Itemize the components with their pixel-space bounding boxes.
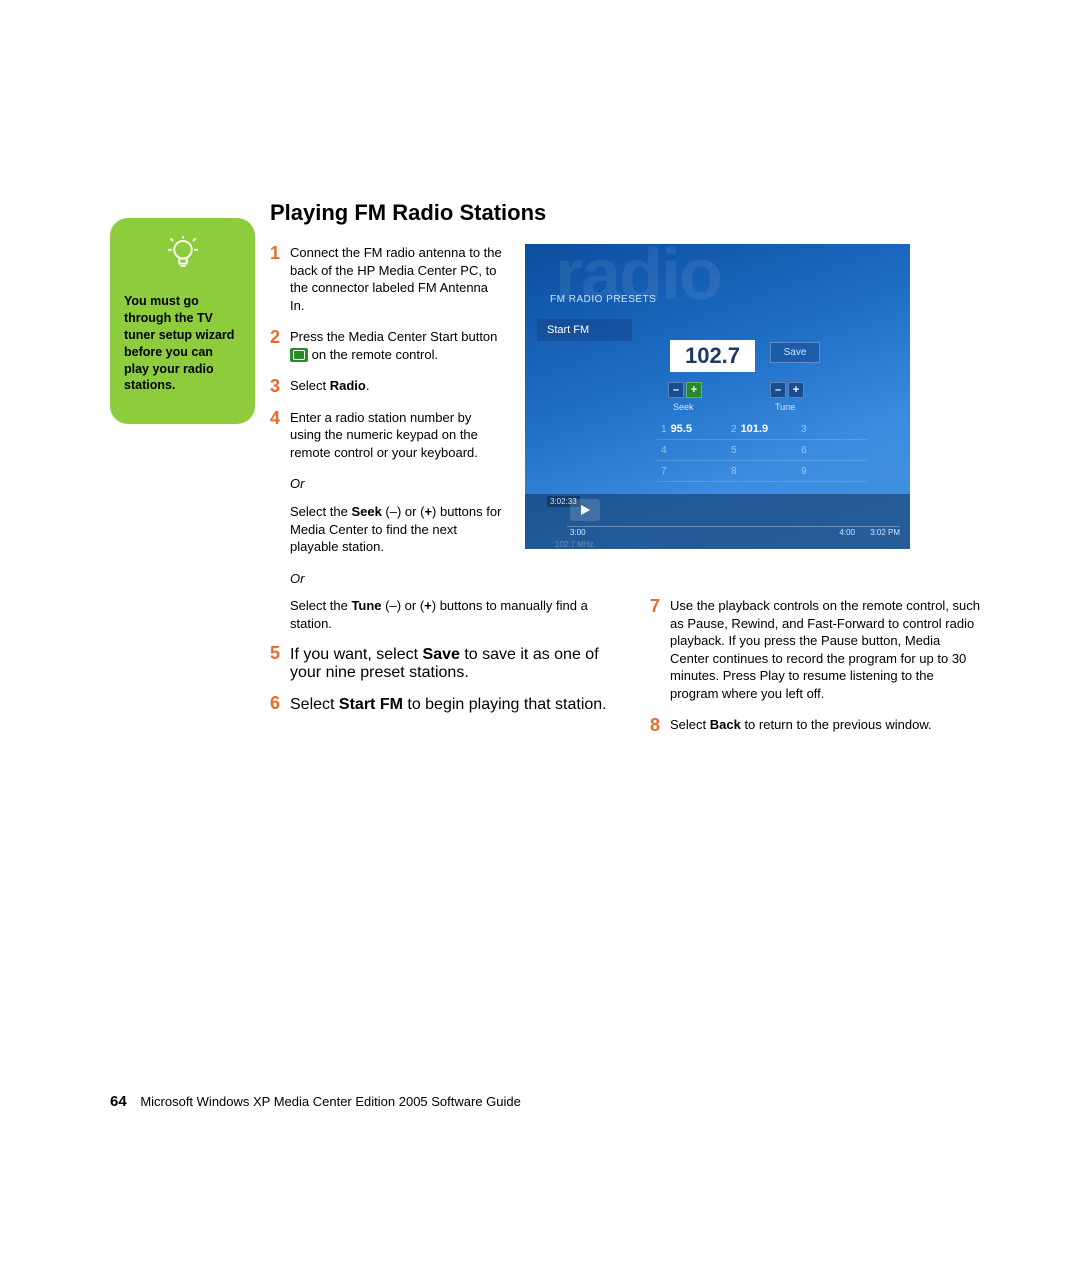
step-number: 7 <box>650 594 660 618</box>
bold: Seek <box>351 504 381 519</box>
preset-slot[interactable]: 4 <box>657 445 727 456</box>
step-text: Connect the FM radio antenna to the back… <box>290 245 502 313</box>
step-2: 2 Press the Media Center Start button on… <box>270 328 505 363</box>
footer-text: Microsoft Windows XP Media Center Editio… <box>140 1094 521 1109</box>
preset-num: 9 <box>801 466 807 477</box>
preset-slot[interactable]: 7 <box>657 466 727 477</box>
step-text: Use the playback controls on the remote … <box>670 598 980 701</box>
step-number: 2 <box>270 325 280 349</box>
text: (–) or ( <box>382 504 425 519</box>
step-4-alt1: Select the Seek (–) or (+) buttons for M… <box>290 503 505 556</box>
frequency-display: 102.7 <box>670 340 755 372</box>
step-text: Select <box>290 378 330 393</box>
preset-num: 2 <box>731 424 737 435</box>
tune-label: Tune <box>775 402 795 412</box>
bold: + <box>424 504 432 519</box>
preset-slot[interactable]: 5 <box>727 445 797 456</box>
step-text: on the remote control. <box>312 347 438 362</box>
presets-heading: FM RADIO PRESETS <box>550 294 656 305</box>
step-number: 4 <box>270 406 280 430</box>
step-number: 6 <box>270 693 280 714</box>
step-number: 5 <box>270 643 280 664</box>
preset-slot[interactable]: 6 <box>797 445 867 456</box>
step-bold: Start FM <box>339 696 403 713</box>
background-watermark: radio <box>555 244 721 316</box>
seek-plus-button[interactable]: + <box>686 382 702 398</box>
time-start: 3:00 <box>570 528 586 537</box>
clock-time: 3:02 PM <box>870 528 900 537</box>
progress-bar[interactable] <box>567 526 900 527</box>
preset-slot[interactable]: 3 <box>797 424 867 435</box>
step-text: Press the Media Center Start button <box>290 329 497 344</box>
or-separator: Or <box>290 475 505 493</box>
seek-minus-button[interactable]: – <box>668 382 684 398</box>
step-6: 6 Select Start FM to begin playing that … <box>270 696 625 714</box>
step-bold: Save <box>423 646 460 663</box>
step-number: 1 <box>270 241 280 265</box>
step-number: 8 <box>650 713 660 737</box>
lightbulb-icon <box>124 236 241 281</box>
preset-val: 101.9 <box>741 423 769 435</box>
text: Select the <box>290 598 351 613</box>
preset-num: 1 <box>661 424 667 435</box>
bold: + <box>424 598 432 613</box>
preset-num: 3 <box>801 424 807 435</box>
step-4: 4 Enter a radio station number by using … <box>270 409 505 462</box>
step-4-alt2: Select the Tune (–) or (+) buttons to ma… <box>290 597 625 632</box>
page-footer: 64 Microsoft Windows XP Media Center Edi… <box>110 1093 521 1110</box>
start-fm-button[interactable]: Start FM <box>537 319 632 341</box>
save-button[interactable]: Save <box>770 342 820 363</box>
preset-slot[interactable]: 8 <box>727 466 797 477</box>
tune-controls: – + <box>770 382 804 398</box>
step-number: 3 <box>270 374 280 398</box>
section-heading: Playing FM Radio Stations <box>270 200 980 226</box>
preset-grid: 195.5 2101.9 3 4 5 6 7 8 9 <box>657 419 867 482</box>
preset-slot[interactable]: 195.5 <box>657 423 727 435</box>
preset-slot[interactable]: 2 101.9 <box>727 423 797 435</box>
step-text: Select <box>670 717 710 732</box>
media-center-icon <box>290 348 308 362</box>
step-text: to begin playing that station. <box>403 696 607 713</box>
text: (–) or ( <box>382 598 425 613</box>
tip-callout: You must go through the TV tuner setup w… <box>110 218 255 424</box>
step-bold: Back <box>710 717 741 732</box>
preset-num: 6 <box>801 445 807 456</box>
tune-minus-button[interactable]: – <box>770 382 786 398</box>
fm-radio-screenshot: radio FM RADIO PRESETS Start FM 102.7 Sa… <box>525 244 910 549</box>
tune-plus-button[interactable]: + <box>788 382 804 398</box>
step-5: 5 If you want, select Save to save it as… <box>270 646 625 682</box>
step-text: If you want, select <box>290 646 423 663</box>
step-1: 1 Connect the FM radio antenna to the ba… <box>270 244 505 314</box>
preset-num: 7 <box>661 466 667 477</box>
bold: Tune <box>351 598 381 613</box>
play-button[interactable] <box>570 499 600 521</box>
or-separator: Or <box>290 570 505 588</box>
step-3: 3 Select Radio. <box>270 377 505 395</box>
page-number: 64 <box>110 1093 127 1110</box>
preset-val: 95.5 <box>671 423 692 435</box>
seek-label: Seek <box>673 402 694 412</box>
time-end: 4:00 <box>839 528 855 537</box>
step-text: . <box>366 378 370 393</box>
step-text: Enter a radio station number by using th… <box>290 410 478 460</box>
preset-num: 5 <box>731 445 737 456</box>
preset-num: 8 <box>731 466 737 477</box>
preset-slot[interactable]: 9 <box>797 466 867 477</box>
step-bold: Radio <box>330 378 366 393</box>
text: Select the <box>290 504 351 519</box>
step-8: 8 Select Back to return to the previous … <box>650 716 980 734</box>
tip-text: You must go through the TV tuner setup w… <box>124 293 241 394</box>
preset-num: 4 <box>661 445 667 456</box>
transport-bar: 3:02:33 3:00 4:00 3:02 PM 102.7 MHz <box>525 494 910 549</box>
frequency-small: 102.7 MHz <box>555 540 594 549</box>
seek-controls: – + <box>668 382 702 398</box>
step-text: to return to the previous window. <box>741 717 932 732</box>
step-text: Select <box>290 696 339 713</box>
step-7: 7 Use the playback controls on the remot… <box>650 597 980 702</box>
